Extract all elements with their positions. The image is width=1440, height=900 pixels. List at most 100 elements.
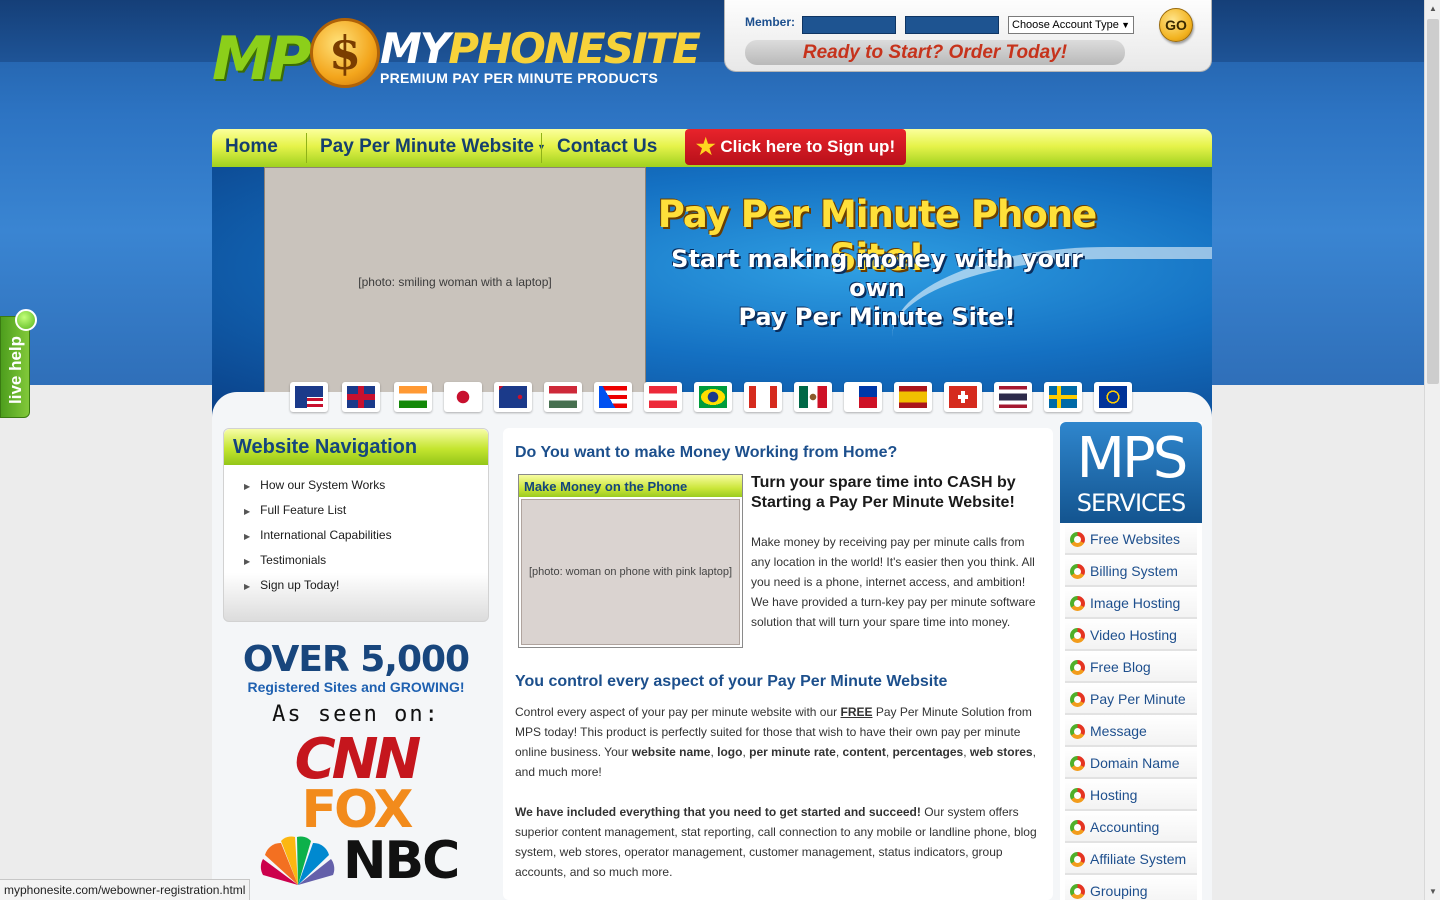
- service-item[interactable]: Affiliate System: [1065, 843, 1197, 875]
- service-item[interactable]: Billing System: [1065, 555, 1197, 587]
- flag-austria-icon[interactable]: [644, 382, 682, 412]
- make-money-box: Make Money on the Phone [photo: woman on…: [518, 474, 743, 648]
- spare-time-heading: Turn your spare time into CASH by Starti…: [751, 474, 1016, 511]
- flag-canada-icon[interactable]: [744, 382, 782, 412]
- flag-japan-icon[interactable]: [444, 382, 482, 412]
- flag-us-icon[interactable]: [290, 382, 328, 412]
- fox-logo: FOX: [301, 780, 414, 840]
- logo-tagline: PREMIUM PAY PER MINUTE PRODUCTS: [380, 70, 659, 86]
- status-bar-url: myphonesite.com/webowner-registration.ht…: [0, 879, 251, 900]
- nbc-peacock-icon: [260, 836, 335, 885]
- flag-new-zealand-icon[interactable]: [494, 382, 532, 412]
- side-nav-item[interactable]: ▶ Sign up Today!: [244, 573, 488, 598]
- flag-mexico-icon[interactable]: [794, 382, 832, 412]
- service-bullet-icon: [1070, 788, 1085, 803]
- nbc-logo: NBC: [343, 831, 460, 891]
- side-nav-item[interactable]: ▶ How our System Works: [244, 473, 488, 498]
- service-bullet-icon: [1070, 884, 1085, 899]
- nav-contact[interactable]: Contact Us: [557, 129, 657, 167]
- order-today-banner[interactable]: Ready to Start? Order Today!: [745, 40, 1125, 65]
- service-bullet-icon: [1070, 532, 1085, 547]
- service-bullet-icon: [1070, 756, 1085, 771]
- service-item[interactable]: Hosting: [1065, 779, 1197, 811]
- side-nav-item[interactable]: ▶ International Capabilities: [244, 523, 488, 548]
- star-icon: ★: [695, 134, 716, 159]
- nav-ppm-website[interactable]: Pay Per Minute Website▼: [320, 129, 546, 167]
- mps-services-panel: MPS SERVICES Free Websites Billing Syste…: [1060, 422, 1202, 900]
- registered-subtitle: Registered Sites and GROWING!: [247, 679, 465, 695]
- flag-puerto-rico-icon[interactable]: [594, 382, 632, 412]
- chevron-down-icon: ▼: [1121, 20, 1130, 30]
- nav-home[interactable]: Home: [225, 129, 278, 167]
- nav-divider: [306, 133, 307, 163]
- side-nav-item[interactable]: ▶ Testimonials: [244, 548, 488, 573]
- promo-block: OVER 5,000 Registered Sites and GROWING!…: [223, 640, 489, 890]
- make-money-title: Make Money on the Phone: [519, 475, 742, 497]
- nbc-logo-row: NBC: [223, 833, 489, 889]
- website-navigation-panel: Website Navigation ▶ How our System Works…: [223, 428, 489, 622]
- flag-switzerland-icon[interactable]: [944, 382, 982, 412]
- logo-coin-icon: $: [310, 18, 380, 88]
- member-label: Member:: [745, 15, 796, 29]
- service-bullet-icon: [1070, 852, 1085, 867]
- service-bullet-icon: [1070, 692, 1085, 707]
- service-item[interactable]: Video Hosting: [1065, 619, 1197, 651]
- service-item[interactable]: Grouping: [1065, 875, 1197, 900]
- flag-thailand-icon[interactable]: [994, 382, 1032, 412]
- account-type-select[interactable]: Choose Account Type ▼: [1008, 16, 1134, 34]
- service-item[interactable]: Free Blog: [1065, 651, 1197, 683]
- nav-divider: [541, 133, 542, 163]
- phone-woman-photo: [photo: woman on phone with pink laptop]: [521, 499, 740, 645]
- service-bullet-icon: [1070, 660, 1085, 675]
- triangle-right-icon: ▶: [244, 532, 251, 541]
- as-seen-on-label: As seen on:: [272, 702, 440, 727]
- service-item[interactable]: Domain Name: [1065, 747, 1197, 779]
- flag-hungary-icon[interactable]: [544, 382, 582, 412]
- member-login-box: Member: Choose Account Type ▼ GO Ready to…: [724, 0, 1212, 72]
- cnn-logo: CNN: [294, 727, 422, 792]
- scrollbar-thumb[interactable]: [1427, 19, 1439, 384]
- intro-paragraph: Make money by receiving pay per minute c…: [751, 535, 1036, 629]
- service-item[interactable]: Free Websites: [1065, 523, 1197, 555]
- go-button[interactable]: GO: [1159, 8, 1193, 42]
- service-bullet-icon: [1070, 628, 1085, 643]
- triangle-right-icon: ▶: [244, 582, 251, 591]
- side-nav-item[interactable]: ▶ Full Feature List: [244, 498, 488, 523]
- triangle-right-icon: ▶: [244, 507, 251, 516]
- main-nav: Home Pay Per Minute Website▼ Contact Us …: [212, 129, 1212, 195]
- service-item[interactable]: Accounting: [1065, 811, 1197, 843]
- live-help-tab[interactable]: live help: [0, 309, 37, 418]
- username-input[interactable]: [802, 16, 896, 34]
- scroll-up-icon[interactable]: ▲: [1425, 0, 1440, 17]
- flag-brazil-icon[interactable]: [694, 382, 732, 412]
- website-navigation-title: Website Navigation: [224, 429, 488, 465]
- features-paragraph: We have included everything that you nee…: [515, 805, 1037, 879]
- service-bullet-icon: [1070, 564, 1085, 579]
- logo-initials: MP: [212, 24, 312, 94]
- flag-spain-icon[interactable]: [894, 382, 932, 412]
- service-item[interactable]: Pay Per Minute: [1065, 683, 1197, 715]
- flag-india-icon[interactable]: [394, 382, 432, 412]
- banner-subline: Start making money with your own Pay Per…: [671, 245, 1083, 331]
- scroll-down-icon[interactable]: ▼: [1425, 883, 1440, 900]
- service-item[interactable]: Message System: [1065, 715, 1197, 771]
- hero-banner: [photo: smiling woman with a laptop] Pay…: [212, 167, 1212, 417]
- services-header: MPS SERVICES: [1060, 422, 1202, 523]
- main-content: Do You want to make Money Working from H…: [503, 428, 1053, 900]
- flag-uk-icon[interactable]: [342, 382, 380, 412]
- flag-sweden-icon[interactable]: [1044, 382, 1082, 412]
- flag-philippines-icon[interactable]: [844, 382, 882, 412]
- content-heading: Do You want to make Money Working from H…: [515, 444, 898, 461]
- service-bullet-icon: [1070, 820, 1085, 835]
- site-logo[interactable]: MP $ MYPHONESITE PREMIUM PAY PER MINUTE …: [212, 18, 701, 96]
- hero-photo: [photo: smiling woman with a laptop]: [264, 167, 646, 397]
- password-input[interactable]: [905, 16, 999, 34]
- signup-button[interactable]: ★ Click here to Sign up! ★: [685, 129, 906, 195]
- service-bullet-icon: [1070, 596, 1085, 611]
- triangle-right-icon: ▶: [244, 557, 251, 566]
- control-paragraph: Control every aspect of your pay per min…: [515, 705, 1036, 779]
- vertical-scrollbar[interactable]: ▲ ▼: [1424, 0, 1440, 900]
- service-item[interactable]: Image Hosting: [1065, 587, 1197, 619]
- service-bullet-icon: [1070, 724, 1085, 739]
- flag-european-union-icon[interactable]: [1094, 382, 1132, 412]
